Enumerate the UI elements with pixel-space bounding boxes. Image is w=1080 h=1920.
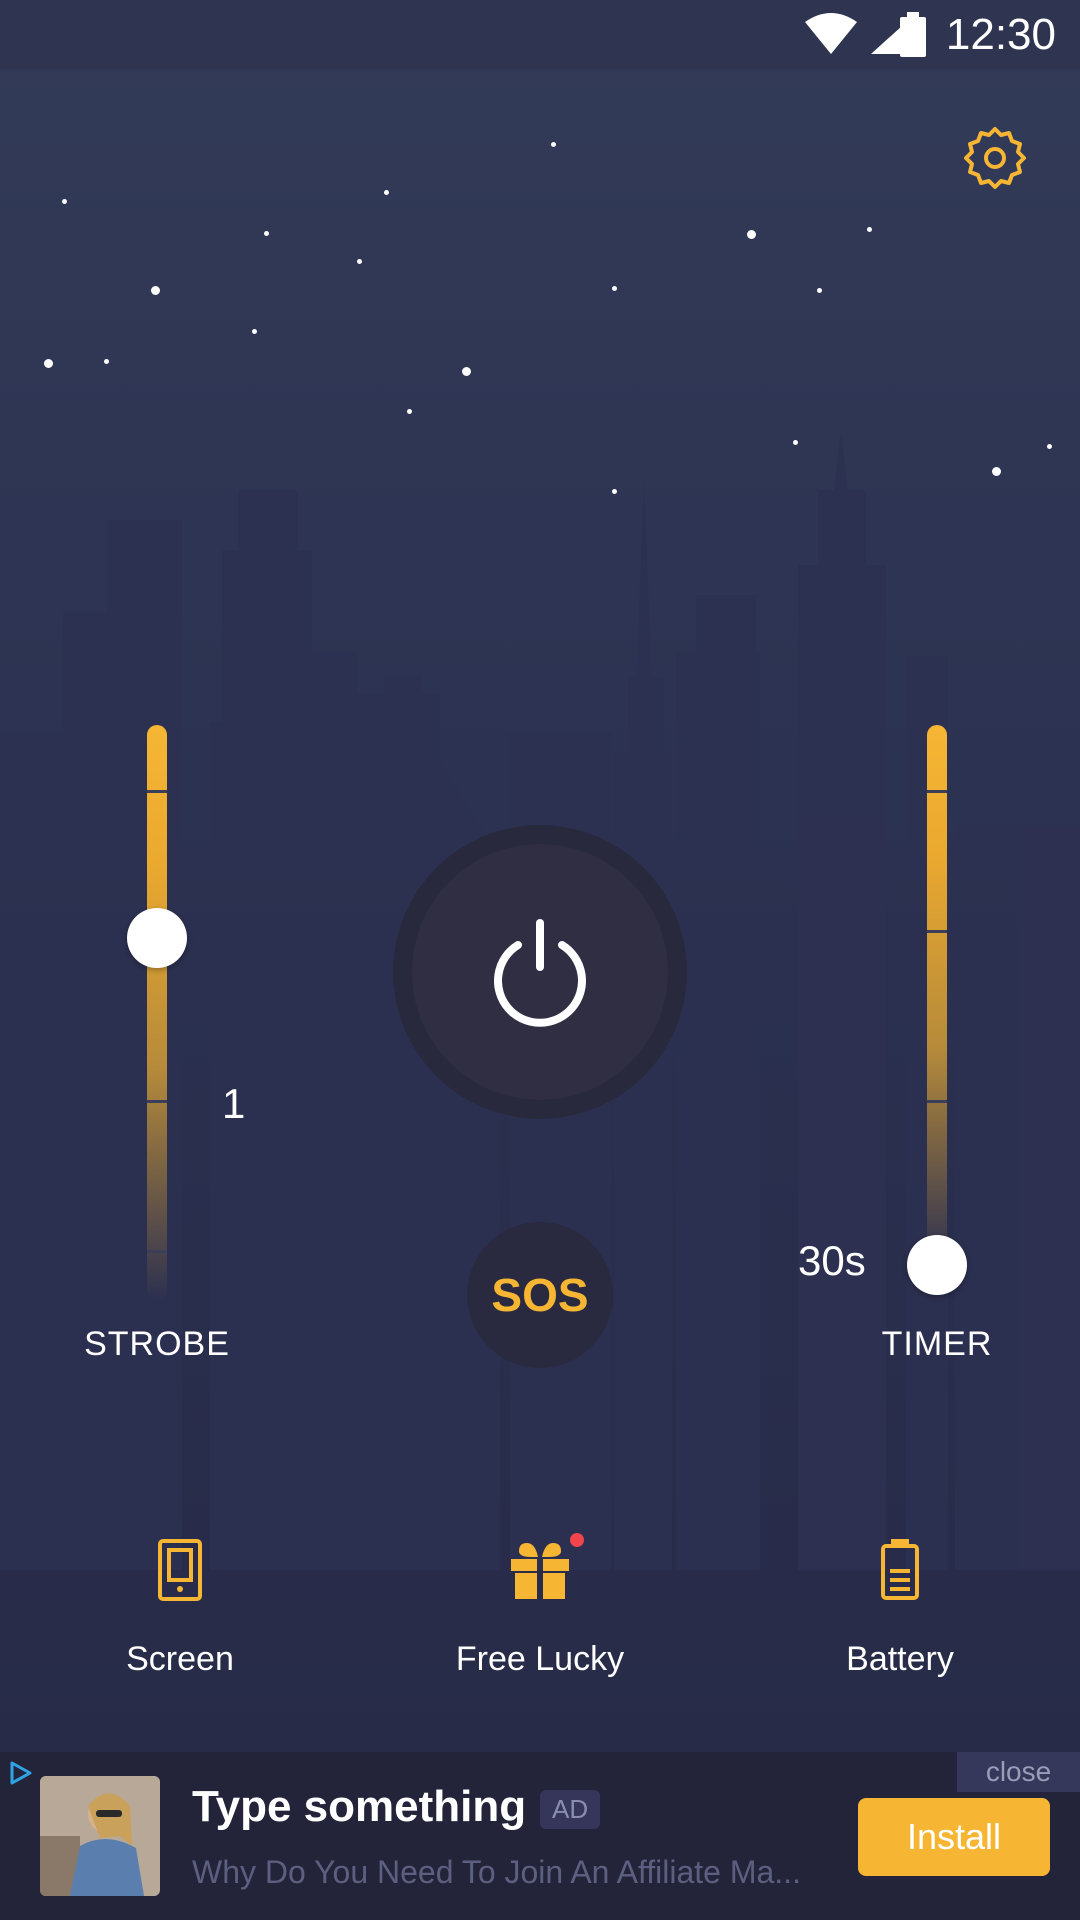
ad-banner[interactable]: Type something AD Why Do You Need To Joi… [0,1752,1080,1920]
sos-button[interactable]: SOS [467,1222,613,1368]
gift-icon [511,1543,569,1599]
ad-image[interactable] [40,1776,160,1896]
timer-value: 30s [798,1237,866,1284]
screen-label: Screen [126,1640,234,1678]
timer-label: TIMER [881,1325,993,1363]
timer-slider-thumb[interactable] [907,1235,967,1295]
ad-title: Type something [192,1782,527,1831]
ad-close-button[interactable]: close [957,1752,1080,1792]
status-bar: 12:30 [0,0,1080,70]
gear-icon [964,127,1026,189]
wifi-icon [805,13,857,54]
phone-screen-icon [158,1539,202,1601]
ad-install-button[interactable]: Install [858,1798,1050,1876]
battery-icon [900,12,926,57]
ad-choices-icon[interactable] [8,1760,34,1786]
status-time: 12:30 [945,10,1056,59]
free-lucky-button[interactable]: Free Lucky [410,1530,670,1679]
free-lucky-label: Free Lucky [455,1640,625,1678]
timer-slider-track[interactable] [927,725,947,1265]
notification-badge [570,1533,584,1547]
battery-icon [881,1539,919,1600]
power-button-inner [412,844,668,1100]
sos-label: SOS [491,1269,589,1321]
ad-description: Why Do You Need To Join An Affiliate Ma.… [192,1854,801,1890]
strobe-value: 1 [222,1080,246,1127]
strobe-slider-thumb[interactable] [127,907,187,968]
settings-button[interactable] [962,125,1028,191]
battery-button[interactable]: Battery [770,1530,1030,1679]
strobe-label: STROBE [84,1325,230,1363]
screen-button[interactable]: Screen [50,1530,310,1679]
power-button[interactable] [393,825,687,1119]
power-icon [494,919,586,1027]
battery-label: Battery [846,1640,954,1678]
strobe-slider-track[interactable] [147,725,167,1300]
ad-tag: AD [540,1790,601,1829]
